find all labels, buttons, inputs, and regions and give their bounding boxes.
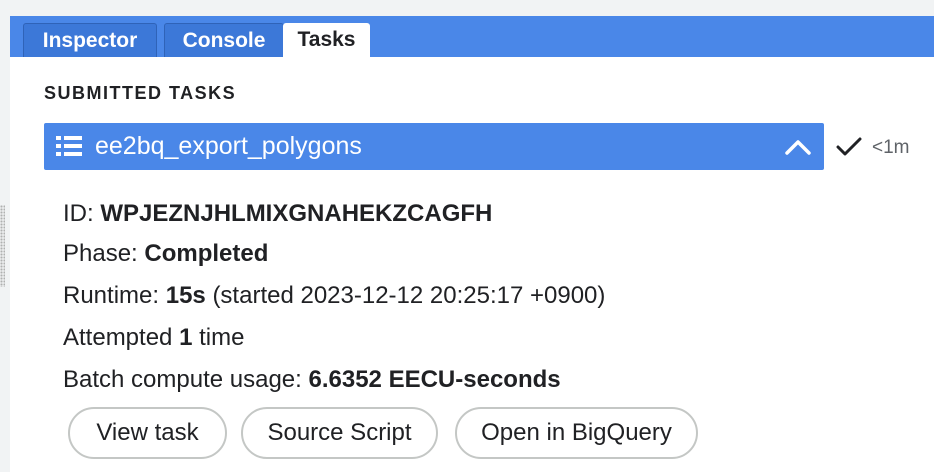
task-id-row: ID: WPJEZNJHLMIXGNAHEKZCAGFH [63,200,492,228]
task-batch-label: Batch compute usage: [63,366,302,393]
source-script-button[interactable]: Source Script [241,407,438,459]
tab-tasks[interactable]: Tasks [283,23,370,57]
task-name: ee2bq_export_polygons [95,132,362,160]
task-header[interactable]: ee2bq_export_polygons [44,123,824,170]
task-runtime-label: Runtime: [63,282,160,309]
check-icon [836,137,862,156]
tasks-panel: SUBMITTED TASKS ee2bq_export_polygons <1… [10,57,934,472]
task-duration: <1m [872,137,910,158]
tab-console[interactable]: Console [164,23,284,57]
task-attempted-suffix: time [199,324,245,351]
task-runtime-value: 15s [165,282,206,309]
open-in-bigquery-button[interactable]: Open in BigQuery [455,407,698,459]
task-phase-label: Phase: [63,240,138,267]
list-icon [56,136,82,156]
top-strip [0,0,934,16]
task-id-value: WPJEZNJHLMIXGNAHEKZCAGFH [100,200,493,227]
task-phase-value: Completed [144,240,269,267]
section-title: SUBMITTED TASKS [44,83,237,103]
task-phase-row: Phase: Completed [63,240,268,268]
chevron-up-icon[interactable] [784,137,812,157]
task-batch-usage-row: Batch compute usage: 6.6352 EECU-seconds [63,366,561,394]
view-task-button[interactable]: View task [68,407,227,459]
tab-bar: Inspector Console Tasks [10,16,934,57]
task-runtime-started: (started 2023-12-12 20:25:17 +0900) [212,282,606,309]
task-attempted-count: 1 [179,324,193,351]
task-batch-value: 6.6352 EECU-seconds [308,366,561,393]
resize-grip-handle[interactable] [0,205,5,287]
task-runtime-row: Runtime: 15s (started 2023-12-12 20:25:1… [63,282,605,310]
task-attempted-row: Attempted 1 time [63,324,244,352]
task-attempted-prefix: Attempted [63,324,173,351]
task-id-label: ID: [63,200,94,227]
tab-inspector[interactable]: Inspector [23,23,157,57]
